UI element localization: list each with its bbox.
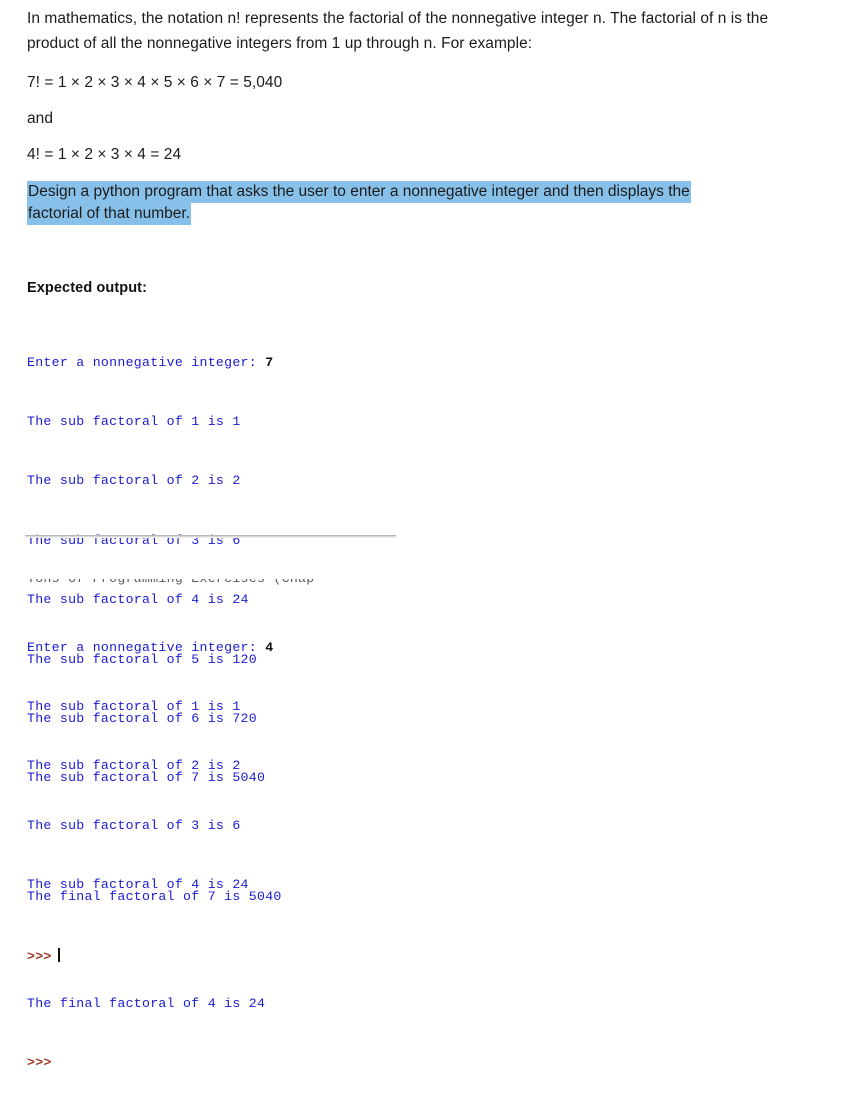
document-body: In mathematics, the notation n! represen… bbox=[27, 6, 817, 296]
assignment-line-1: Design a python program that asks the us… bbox=[27, 181, 691, 203]
shell-prompt-chevrons: >>> bbox=[27, 1055, 52, 1071]
conjunction-and: and bbox=[27, 110, 54, 127]
section-divider bbox=[25, 535, 396, 538]
console-line: The sub factoral of 1 is 1 bbox=[27, 413, 241, 429]
assignment-prompt-highlighted: Design a python program that asks the us… bbox=[27, 181, 741, 225]
console-output-second-run: Enter a nonnegative integer: 4 The sub f… bbox=[27, 598, 273, 1093]
factorial-example-7: 7! = 1 × 2 × 3 × 4 × 5 × 6 × 7 = 5,040 bbox=[27, 74, 283, 91]
console-final-result: The final factoral of 4 is 24 bbox=[27, 995, 266, 1011]
console-line: The sub factoral of 1 is 1 bbox=[27, 698, 241, 714]
console-user-input: 4 bbox=[265, 639, 274, 655]
expected-output-heading: Expected output: bbox=[27, 280, 148, 296]
console-line: The sub factoral of 2 is 2 bbox=[27, 473, 241, 489]
clipped-scrollback-text: Tons of Programming Exercises (Chap bbox=[27, 579, 387, 588]
console-prompt-line: Enter a nonnegative integer: 4 bbox=[27, 638, 273, 658]
console-user-input: 7 bbox=[265, 354, 274, 370]
console-line: The sub factoral of 3 is 6 bbox=[27, 532, 241, 548]
console-line: The sub factoral of 4 is 24 bbox=[27, 877, 249, 893]
console-prompt-text: Enter a nonnegative integer: bbox=[27, 354, 266, 370]
console-shell-prompt-line[interactable]: >>> bbox=[27, 1053, 273, 1073]
console-line: The sub factoral of 3 is 6 bbox=[27, 817, 241, 833]
assignment-line-2: factorial of that number. bbox=[27, 203, 191, 225]
console-line: The sub factoral of 2 is 2 bbox=[27, 758, 241, 774]
clipped-scrollback-line: Tons of Programming Exercises (Chap bbox=[27, 579, 387, 588]
console-prompt-line: Enter a nonnegative integer: 7 bbox=[27, 353, 282, 373]
console-prompt-text: Enter a nonnegative integer: bbox=[27, 639, 266, 655]
intro-paragraph: In mathematics, the notation n! represen… bbox=[27, 10, 769, 52]
assignment-line-2-text: factorial of that number. bbox=[27, 203, 191, 225]
factorial-example-4: 4! = 1 × 2 × 3 × 4 = 24 bbox=[27, 146, 182, 163]
assignment-line-1-text: Design a python program that asks the us… bbox=[27, 181, 691, 203]
